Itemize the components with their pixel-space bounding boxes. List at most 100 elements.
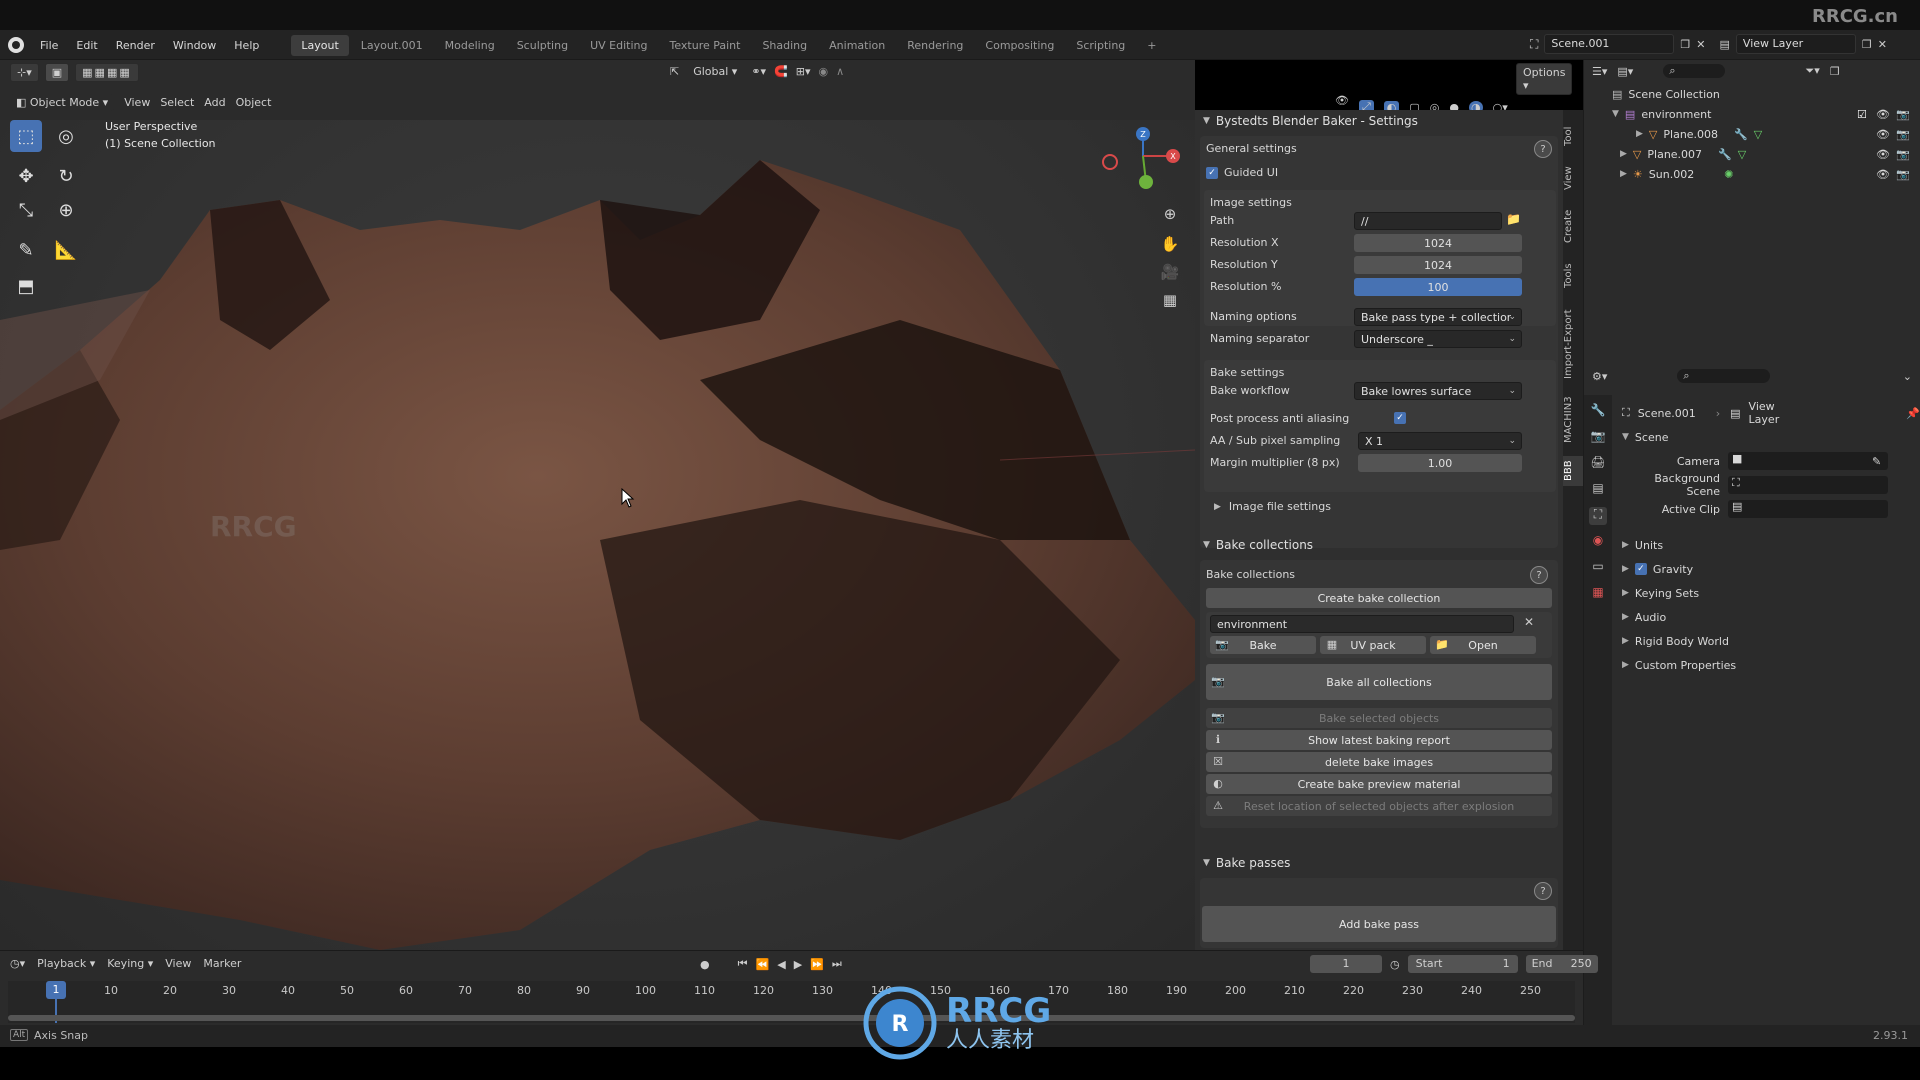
tab-shading[interactable]: Shading: [752, 35, 817, 56]
bake-workflow-dropdown[interactable]: Bake lowres surface ⌄: [1354, 382, 1522, 400]
timeline-scrollbar[interactable]: [8, 1015, 1575, 1021]
naming-options-dropdown[interactable]: Bake pass type + collection ...⌄: [1354, 308, 1522, 326]
path-input[interactable]: //: [1354, 212, 1502, 230]
render-camera-icon[interactable]: 📷: [1896, 148, 1910, 161]
scene-tab-icon[interactable]: ⛶: [1589, 507, 1607, 525]
bake-button[interactable]: 📷 Bake: [1210, 636, 1316, 654]
cursor-tool-icon[interactable]: ◎: [50, 120, 82, 152]
new-scene-icon[interactable]: ❐: [1680, 38, 1690, 51]
bake-all-collections-button[interactable]: 📷 Bake all collections: [1206, 664, 1552, 700]
subpanel-audio[interactable]: ▶ Audio: [1622, 607, 1666, 627]
camera-field[interactable]: ■: [1728, 452, 1888, 470]
scene-selector[interactable]: Scene.001: [1544, 34, 1675, 54]
ortho-grid-icon[interactable]: ▦: [1158, 288, 1182, 312]
outliner-item-plane-007[interactable]: ▶ ▽ Plane.007 🔧 ▽ 👁 📷: [1584, 144, 1920, 164]
select-tool-icon[interactable]: ⬚: [10, 120, 42, 152]
gravity-checkbox[interactable]: ✓: [1634, 563, 1647, 575]
tab-import-export[interactable]: Import-Export: [1563, 304, 1583, 384]
subpanel-rigid-body-world[interactable]: ▶ Rigid Body World: [1622, 631, 1729, 651]
view-layer-icon[interactable]: ▤: [1720, 38, 1730, 51]
remove-collection-icon[interactable]: ✕: [1524, 615, 1534, 629]
scale-tool-icon[interactable]: ⤡: [10, 194, 42, 226]
eyedropper-icon[interactable]: ✎: [1872, 455, 1881, 468]
resolution-y-field[interactable]: 1024: [1354, 256, 1522, 274]
play-reverse-icon[interactable]: ◀: [777, 958, 785, 971]
start-frame-field[interactable]: Start 1: [1407, 955, 1518, 973]
output-tab-icon[interactable]: 🖨: [1589, 455, 1607, 473]
naming-separator-dropdown[interactable]: Underscore _ ⌄: [1354, 330, 1522, 348]
active-clip-field[interactable]: ▤: [1728, 500, 1888, 518]
annotate-tool-icon[interactable]: ✎: [10, 234, 42, 266]
zoom-icon[interactable]: ⊕: [1158, 202, 1182, 226]
blender-logo-icon[interactable]: [8, 37, 24, 53]
world-tab-icon[interactable]: ◉: [1589, 533, 1607, 551]
tab-modeling[interactable]: Modeling: [435, 35, 505, 56]
tab-layout[interactable]: Layout: [291, 34, 349, 56]
select-mode-icons[interactable]: ▦▦▦▦: [75, 63, 139, 82]
move-tool-icon[interactable]: ✥: [10, 160, 42, 192]
pivot-icon[interactable]: ⚭▾: [751, 65, 766, 78]
show-report-button[interactable]: ℹ Show latest baking report: [1206, 730, 1552, 750]
editor-type-icon[interactable]: ⊹▾: [10, 63, 39, 82]
select-box-icon[interactable]: ▣: [44, 63, 70, 82]
outliner-item-plane-008[interactable]: ▶ ▽ Plane.008 🔧 ▽ 👁 📷: [1584, 124, 1920, 144]
scene-icon[interactable]: ⛶: [1530, 37, 1538, 52]
clock-icon[interactable]: ◷: [1390, 958, 1400, 971]
tab-texture-paint[interactable]: Texture Paint: [659, 35, 750, 56]
camera-view-icon[interactable]: 🎥: [1158, 260, 1182, 284]
tab-tool[interactable]: Tool: [1563, 120, 1583, 152]
render-camera-icon[interactable]: 📷: [1896, 128, 1910, 141]
menu-add[interactable]: Add: [204, 96, 225, 109]
general-help-icon[interactable]: ?: [1534, 140, 1552, 158]
outliner-root[interactable]: ▤ Scene Collection: [1584, 84, 1920, 104]
options-dropdown[interactable]: Options ▾: [1516, 63, 1573, 95]
proportional-edit-icon[interactable]: ◉: [819, 65, 829, 78]
view-layer-tab-icon[interactable]: ▤: [1589, 481, 1607, 499]
frame-ruler[interactable]: 1: [8, 981, 1575, 1023]
add-workspace-button[interactable]: +: [1137, 35, 1166, 56]
tab-create[interactable]: Create: [1563, 204, 1583, 248]
measure-tool-icon[interactable]: 📐: [50, 234, 82, 266]
render-tab-icon[interactable]: 📷: [1589, 429, 1607, 447]
subpanel-gravity[interactable]: ▶ ✓ Gravity: [1622, 559, 1693, 579]
menu-file[interactable]: File: [32, 36, 66, 55]
visibility-eye-icon[interactable]: 👁: [1876, 148, 1890, 161]
menu-select[interactable]: Select: [160, 96, 194, 109]
next-keyframe-icon[interactable]: ⏩: [810, 958, 824, 971]
collections-help-icon[interactable]: ?: [1530, 566, 1548, 584]
tab-rendering[interactable]: Rendering: [897, 35, 973, 56]
new-collection-icon[interactable]: ❐: [1830, 65, 1840, 78]
tab-machin3[interactable]: MACHIN3: [1563, 392, 1583, 448]
bake-selected-objects-button[interactable]: 📷 Bake selected objects: [1206, 708, 1552, 728]
properties-editor-icon[interactable]: ⚙▾: [1592, 370, 1607, 383]
3d-viewport[interactable]: ⬚ ◎ ✥ ↻ ⤡ ⊕ ✎ 📐 ⬒ User Perspective (1) S…: [0, 120, 1195, 950]
search-icon[interactable]: ⌕: [1663, 64, 1726, 78]
post-aa-checkbox[interactable]: ✓: [1394, 412, 1406, 424]
tool-tab-icon[interactable]: 🔧: [1589, 403, 1607, 421]
prev-keyframe-icon[interactable]: ⏪: [756, 958, 770, 971]
aa-sampling-dropdown[interactable]: X 1 ⌄: [1358, 432, 1522, 450]
jump-start-icon[interactable]: ⏮: [738, 957, 748, 971]
menu-window[interactable]: Window: [165, 36, 224, 55]
record-icon[interactable]: ●: [700, 958, 710, 971]
collection-name-field[interactable]: environment: [1210, 615, 1514, 633]
timeline-editor-icon[interactable]: ◷▾: [10, 957, 25, 970]
orientation-icon[interactable]: ⇱: [670, 65, 679, 78]
tab-bbb[interactable]: BBB: [1563, 456, 1583, 486]
scene-section-header[interactable]: ▼ Scene: [1622, 427, 1668, 447]
jump-end-icon[interactable]: ⏭: [832, 957, 842, 971]
resolution-percent-slider[interactable]: 100: [1354, 278, 1522, 296]
bake-passes-header[interactable]: ▼ Bake passes: [1195, 852, 1563, 874]
menu-marker[interactable]: Marker: [203, 957, 241, 970]
margin-multiplier-field[interactable]: 1.00: [1358, 454, 1522, 472]
reset-location-button[interactable]: ⚠ Reset location of selected objects afte…: [1206, 796, 1552, 816]
snap-icon[interactable]: 🧲: [774, 65, 788, 78]
end-frame-field[interactable]: End 250: [1525, 955, 1598, 973]
tab-scripting[interactable]: Scripting: [1066, 35, 1135, 56]
tab-compositing[interactable]: Compositing: [975, 35, 1064, 56]
add-cube-tool-icon[interactable]: ⬒: [10, 270, 42, 302]
menu-view[interactable]: View: [124, 96, 150, 109]
menu-keying[interactable]: Keying ▾: [107, 957, 153, 970]
exclude-checkbox[interactable]: ☑: [1857, 108, 1867, 121]
snap-target-icon[interactable]: ⊞▾: [796, 65, 811, 78]
